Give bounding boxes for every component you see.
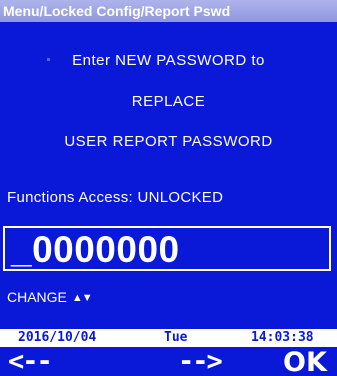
device-screen: Menu/Locked Config/Report Pswd Enter NEW…	[0, 0, 337, 376]
prompt-line-3: USER REPORT PASSWORD	[64, 133, 273, 150]
up-down-arrows-icon: ▲▼	[71, 292, 93, 304]
menu-path-title: Menu/Locked Config/Report Pswd	[0, 0, 337, 22]
softkey-ok-button[interactable]: OK	[283, 347, 327, 376]
prompt-line-1: Enter NEW PASSWORD to	[72, 52, 265, 69]
status-bar: 2016/10/04 Tue 14:03:38	[0, 329, 337, 347]
status-date: 2016/10/04	[18, 330, 97, 345]
change-label: CHANGE	[7, 289, 67, 305]
status-time: 14:03:38	[251, 330, 314, 345]
change-hint: CHANGE ▲▼	[7, 289, 93, 305]
softkey-right-arrow-button[interactable]: -->	[178, 347, 223, 376]
softkey-left-arrow-button[interactable]: <--	[8, 347, 53, 376]
password-input-field[interactable]: _0000000	[3, 226, 331, 271]
password-value[interactable]: _0000000	[11, 228, 180, 270]
prompt-line-2: REPLACE	[131, 93, 206, 110]
status-day: Tue	[164, 330, 188, 345]
functions-access-status: Functions Access: UNLOCKED	[7, 189, 224, 206]
